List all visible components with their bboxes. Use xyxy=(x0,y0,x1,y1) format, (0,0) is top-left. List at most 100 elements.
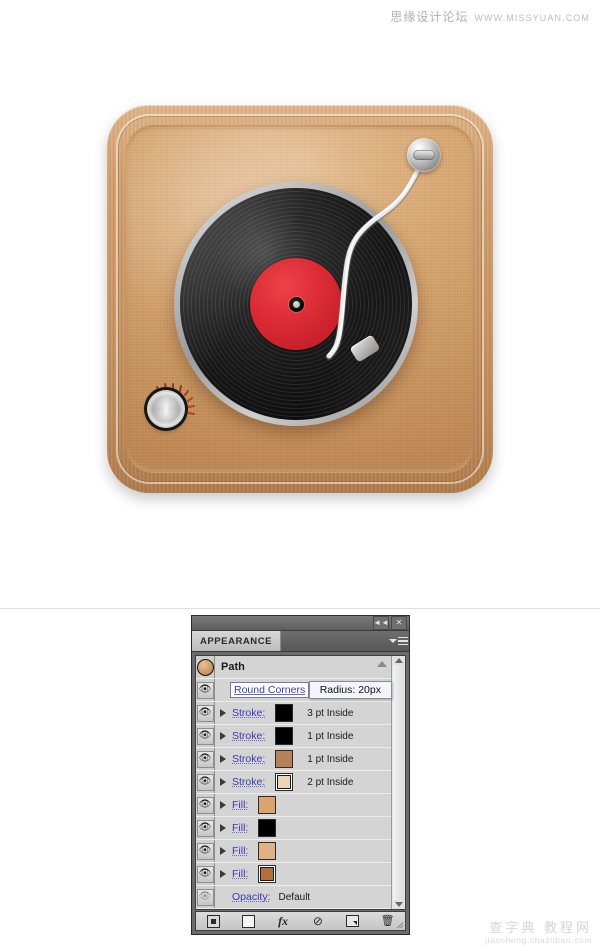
eye-icon: 👁 xyxy=(198,776,212,787)
appearance-row-fill-1[interactable]: 👁 Fill: xyxy=(196,794,391,817)
radius-tooltip: Radius: 20px xyxy=(308,681,392,699)
add-new-effect-button[interactable]: fx xyxy=(273,914,293,928)
scroll-down-arrow-icon[interactable] xyxy=(394,902,403,907)
visibility-toggle-round-corners[interactable]: 👁 xyxy=(196,679,215,701)
tab-appearance[interactable]: APPEARANCE xyxy=(192,631,282,651)
appearance-row-fill-4[interactable]: 👁 Fill: xyxy=(196,863,391,886)
panel-footer-toolbar: fx ⊘ 🗑 xyxy=(195,911,406,931)
disclosure-triangle-fill-3[interactable] xyxy=(215,847,230,855)
duplicate-item-button[interactable] xyxy=(343,914,363,928)
eye-icon: 👁 xyxy=(198,799,212,810)
visibility-toggle-stroke-3[interactable]: 👁 xyxy=(196,748,215,770)
disclosure-triangle-stroke-4[interactable] xyxy=(215,778,230,786)
eye-icon: 👁 xyxy=(198,730,212,741)
eye-icon: 👁 xyxy=(198,707,212,718)
panel-menu-icon[interactable] xyxy=(389,635,408,647)
row-value-stroke-3[interactable]: 1 pt Inside xyxy=(307,754,353,765)
disclosure-triangle-fill-1[interactable] xyxy=(215,801,230,809)
visibility-toggle-fill-3[interactable]: 👁 xyxy=(196,840,215,862)
tonearm-pivot xyxy=(407,138,441,172)
row-value-stroke-1[interactable]: 3 pt Inside xyxy=(307,708,353,719)
eye-icon: 👁 xyxy=(198,684,212,695)
visibility-toggle-fill-1[interactable]: 👁 xyxy=(196,794,215,816)
visibility-toggle-opacity: 👁 xyxy=(196,886,215,908)
watermark-bottom: 查字典 教程网 jiaocheng.chazidian.com xyxy=(485,919,592,945)
collapse-panel-button[interactable]: ◄◄ xyxy=(373,616,389,630)
stroke-color-swatch-4[interactable] xyxy=(275,773,294,791)
row-label-fill-4[interactable]: Fill: xyxy=(230,868,248,880)
visibility-toggle-stroke-2[interactable]: 👁 xyxy=(196,725,215,747)
clear-appearance-button[interactable]: ⊘ xyxy=(308,914,328,928)
watermark-bottom-cn: 查字典 教程网 xyxy=(489,919,592,935)
row-label-round-corners[interactable]: Round Corners xyxy=(230,682,310,698)
visibility-toggle-fill-2[interactable]: 👁 xyxy=(196,817,215,839)
new-fill-icon xyxy=(241,914,255,928)
stroke-color-swatch-3[interactable] xyxy=(275,750,294,768)
watermark-top-cn: 思缘设计论坛 xyxy=(390,10,469,24)
appearance-row-stroke-3[interactable]: 👁 Stroke: 1 pt Inside xyxy=(196,748,391,771)
appearance-row-list: Path 👁 Round Corners Radius: 20px 👁 Stro… xyxy=(196,656,392,909)
fill-color-swatch-2[interactable] xyxy=(258,819,277,837)
appearance-target-title: Path xyxy=(221,661,245,673)
disclosure-triangle-stroke-2[interactable] xyxy=(215,732,230,740)
appearance-target-row[interactable]: Path xyxy=(196,656,391,679)
chevron-down-icon xyxy=(389,639,397,643)
row-label-stroke-3[interactable]: Stroke: xyxy=(230,753,265,765)
eye-icon: 👁 xyxy=(198,753,212,764)
appearance-row-stroke-4[interactable]: 👁 Stroke: 2 pt Inside xyxy=(196,771,391,794)
fill-color-swatch-1[interactable] xyxy=(258,796,277,814)
watermark-bottom-url: jiaocheng.chazidian.com xyxy=(485,935,592,945)
disclosure-triangle-stroke-1[interactable] xyxy=(215,709,230,717)
vinyl-record xyxy=(174,182,418,426)
appearance-row-opacity[interactable]: 👁 Opacity: Default xyxy=(196,886,391,909)
path-thumbnail xyxy=(196,658,214,676)
speed-control-knob xyxy=(147,390,185,428)
appearance-row-round-corners[interactable]: 👁 Round Corners Radius: 20px xyxy=(196,679,392,702)
scrollbar-track[interactable] xyxy=(393,665,404,900)
appearance-row-stroke-1[interactable]: 👁 Stroke: 3 pt Inside xyxy=(196,702,391,725)
chevron-up-icon[interactable] xyxy=(377,661,387,667)
panel-titlebar: ◄◄ ✕ xyxy=(192,616,409,631)
row-label-stroke-4[interactable]: Stroke: xyxy=(230,776,265,788)
row-value-stroke-2[interactable]: 1 pt Inside xyxy=(307,731,353,742)
resize-grip[interactable] xyxy=(395,920,403,928)
illustration-area: 思缘设计论坛 WWW.MISSYUAN.COM xyxy=(0,0,600,608)
appearance-row-fill-3[interactable]: 👁 Fill: xyxy=(196,840,391,863)
stroke-color-swatch-2[interactable] xyxy=(275,727,294,745)
eye-icon: 👁 xyxy=(198,845,212,856)
appearance-row-stroke-2[interactable]: 👁 Stroke: 1 pt Inside xyxy=(196,725,391,748)
watermark-top-url: WWW.MISSYUAN.COM xyxy=(474,13,590,23)
disclosure-triangle-stroke-3[interactable] xyxy=(215,755,230,763)
appearance-row-fill-2[interactable]: 👁 Fill: xyxy=(196,817,391,840)
fill-color-swatch-3[interactable] xyxy=(258,842,277,860)
hamburger-icon xyxy=(398,636,408,646)
scroll-up-arrow-icon[interactable] xyxy=(394,658,403,663)
row-value-opacity[interactable]: Default xyxy=(279,892,311,903)
stroke-color-swatch-1[interactable] xyxy=(275,704,294,722)
path-thumbnail-cell xyxy=(196,656,215,678)
add-new-stroke-button[interactable] xyxy=(203,914,223,928)
eye-icon: 👁 xyxy=(198,891,212,902)
add-new-fill-button[interactable] xyxy=(238,914,258,928)
row-label-fill-1[interactable]: Fill: xyxy=(230,799,248,811)
row-value-stroke-4[interactable]: 2 pt Inside xyxy=(307,777,353,788)
row-label-opacity[interactable]: Opacity: xyxy=(230,891,271,903)
record-spindle-icon xyxy=(288,296,304,312)
visibility-toggle-stroke-1[interactable]: 👁 xyxy=(196,702,215,724)
fill-color-swatch-4[interactable] xyxy=(258,865,277,883)
close-panel-button[interactable]: ✕ xyxy=(391,616,407,630)
visibility-toggle-fill-4[interactable]: 👁 xyxy=(196,863,215,885)
row-label-stroke-2[interactable]: Stroke: xyxy=(230,730,265,742)
panel-scrollbar[interactable] xyxy=(391,656,405,909)
row-label-fill-2[interactable]: Fill: xyxy=(230,822,248,834)
row-label-fill-3[interactable]: Fill: xyxy=(230,845,248,857)
eye-icon: 👁 xyxy=(198,868,212,879)
visibility-toggle-stroke-4[interactable]: 👁 xyxy=(196,771,215,793)
appearance-panel[interactable]: ◄◄ ✕ APPEARANCE Path 👁 Round Corners Rad… xyxy=(191,615,410,935)
eye-icon: 👁 xyxy=(198,822,212,833)
panel-tab-row: APPEARANCE xyxy=(192,631,409,652)
panel-body: Path 👁 Round Corners Radius: 20px 👁 Stro… xyxy=(195,655,406,910)
row-label-stroke-1[interactable]: Stroke: xyxy=(230,707,265,719)
disclosure-triangle-fill-2[interactable] xyxy=(215,824,230,832)
disclosure-triangle-fill-4[interactable] xyxy=(215,870,230,878)
